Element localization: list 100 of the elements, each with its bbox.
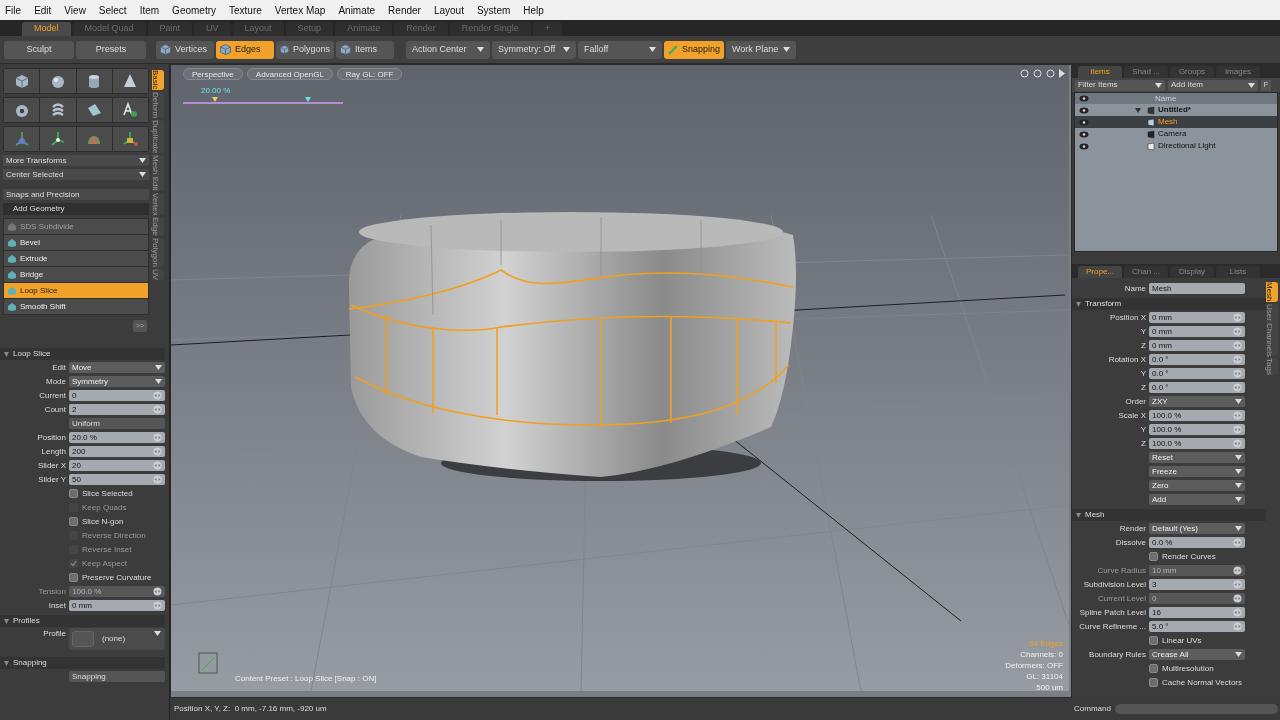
toolbar-dropdown[interactable]: Work Plane — [726, 40, 796, 59]
input-field[interactable]: 5.0 ° — [1149, 621, 1245, 632]
menu-item[interactable]: Item — [138, 2, 161, 18]
checkbox[interactable] — [1149, 678, 1158, 687]
input-field[interactable]: 2 — [69, 404, 165, 415]
side-tab[interactable]: Vertex — [152, 192, 164, 216]
toolbar-dropdown[interactable]: Falloff — [578, 40, 662, 59]
text-tool-button[interactable] — [112, 98, 148, 122]
layout-tab[interactable]: Model — [22, 22, 71, 36]
slider-handle[interactable] — [304, 97, 311, 102]
dropdown[interactable]: Reset — [1149, 452, 1245, 463]
dropdown[interactable]: ZXY — [1149, 396, 1245, 407]
eye-icon[interactable] — [1079, 142, 1089, 150]
input-field[interactable]: 0 — [69, 390, 165, 401]
input-field[interactable]: 16 — [1149, 607, 1245, 618]
mode-button[interactable]: Edges — [216, 40, 274, 59]
tree-row[interactable]: Camera — [1075, 128, 1277, 140]
viewport-button[interactable]: Ray GL: OFF — [336, 68, 403, 80]
tool-list-item[interactable]: Extrude — [4, 251, 148, 266]
menu-item[interactable]: Select — [97, 2, 128, 18]
panel-tab[interactable]: Images — [1216, 66, 1260, 78]
side-tab[interactable]: UV — [152, 269, 164, 281]
dropdown[interactable]: Crease All — [1149, 649, 1245, 660]
side-tab[interactable]: Mesh Edit — [152, 155, 164, 191]
input-field[interactable]: 0 mm — [69, 600, 165, 611]
menu-item[interactable]: Animate — [337, 2, 377, 18]
collapse-icon[interactable] — [1076, 512, 1081, 518]
input-field[interactable]: 0.0 ° — [1149, 354, 1245, 365]
menu-item[interactable]: Help — [522, 2, 545, 18]
input-field[interactable]: 200 — [69, 446, 165, 457]
tool-list-item[interactable]: Smooth Shift — [4, 299, 148, 314]
input-field[interactable]: 0 mm — [1149, 312, 1245, 323]
panel-tab[interactable]: Chan ... — [1124, 266, 1168, 278]
dropdown[interactable]: Move — [69, 362, 165, 373]
side-tab[interactable]: Basic — [152, 70, 164, 90]
menu-item[interactable]: Render — [387, 2, 422, 18]
dome-tool-button[interactable] — [76, 127, 112, 151]
play-icon[interactable] — [1059, 69, 1065, 78]
checkbox[interactable] — [1149, 552, 1158, 561]
checkbox[interactable] — [1149, 636, 1158, 645]
toolbar-button[interactable]: Presets — [76, 40, 146, 59]
dropdown[interactable]: Symmetry — [69, 376, 165, 387]
eye-icon[interactable] — [1079, 118, 1089, 126]
eye-icon[interactable] — [1079, 130, 1089, 138]
side-tab[interactable]: Edge — [152, 217, 164, 237]
move-view-icon[interactable] — [1020, 69, 1029, 78]
panel-tab[interactable]: Lists — [1216, 266, 1260, 278]
input-field[interactable]: 0.0 ° — [1149, 368, 1245, 379]
dropdown[interactable]: Default (Yes) — [1149, 523, 1245, 534]
side-tab[interactable]: User Channels — [1266, 303, 1278, 357]
side-tab[interactable]: Tags — [1266, 358, 1278, 376]
slider-handle[interactable] — [212, 97, 218, 102]
expand-arrow-icon[interactable] — [1135, 107, 1141, 113]
checkbox[interactable] — [1149, 664, 1158, 673]
cube-tool-button[interactable] — [4, 69, 40, 93]
collapse-icon[interactable] — [1076, 301, 1081, 307]
input-field[interactable]: 0 mm — [1149, 340, 1245, 351]
tree-row[interactable]: Untitled* — [1075, 104, 1277, 116]
mode-button[interactable]: Items — [336, 40, 394, 59]
input-field[interactable]: 100.0 % — [1149, 424, 1245, 435]
mode-button[interactable]: Vertices — [156, 40, 214, 59]
panel-tab[interactable]: Display — [1170, 266, 1214, 278]
tree-row[interactable]: Mesh — [1075, 116, 1277, 128]
eye-icon[interactable] — [1079, 106, 1089, 114]
menu-item[interactable]: System — [475, 2, 512, 18]
menu-item[interactable]: File — [4, 2, 23, 18]
viewport-button[interactable]: Perspective — [183, 68, 243, 80]
tool-list-item[interactable]: Loop Slice — [4, 283, 148, 298]
zoom-view-icon[interactable] — [1046, 69, 1055, 78]
checkbox[interactable] — [69, 489, 78, 498]
transform-gizmo-tool-button[interactable] — [112, 127, 148, 151]
toolbar-dropdown[interactable]: Symmetry: Off — [492, 40, 576, 59]
input-field[interactable]: 0.0 % — [1149, 537, 1245, 548]
toolbar-dropdown[interactable]: Action Center — [406, 40, 490, 59]
dropdown[interactable]: Add Item — [1168, 79, 1258, 91]
input-field[interactable]: 50 — [69, 474, 165, 485]
side-tab[interactable]: Deform — [152, 91, 164, 118]
checkbox[interactable] — [69, 517, 78, 526]
viewport-button[interactable]: Advanced OpenGL — [246, 68, 333, 80]
menu-item[interactable]: Edit — [33, 2, 53, 18]
input-field[interactable]: 3 — [1149, 579, 1245, 590]
tree-row[interactable]: Directional Light — [1075, 140, 1277, 152]
input-field[interactable]: 0.0 ° — [1149, 382, 1245, 393]
input-field[interactable]: 20.0 % — [69, 432, 165, 443]
menu-item[interactable]: Texture — [228, 2, 263, 18]
checkbox[interactable] — [69, 573, 78, 582]
option-button[interactable]: Snapping — [69, 671, 165, 682]
torus-tool-button[interactable] — [4, 98, 40, 122]
dropdown[interactable]: Freeze — [1149, 466, 1245, 477]
sphere-tool-button[interactable] — [40, 69, 76, 93]
move-gizmo-tool-button[interactable] — [4, 127, 40, 151]
palette-dropdown[interactable]: Center Selected — [3, 169, 149, 180]
menu-item[interactable]: Vertex Map — [273, 2, 327, 18]
tool-list-item[interactable]: Bevel — [4, 235, 148, 250]
dropdown[interactable]: Add — [1149, 494, 1245, 505]
option-button[interactable]: Uniform — [69, 418, 165, 429]
collapse-icon[interactable] — [4, 618, 9, 624]
cylinder-tool-button[interactable] — [76, 69, 112, 93]
toolbar-button[interactable]: Sculpt — [4, 40, 74, 59]
input-field[interactable]: 20 — [69, 460, 165, 471]
